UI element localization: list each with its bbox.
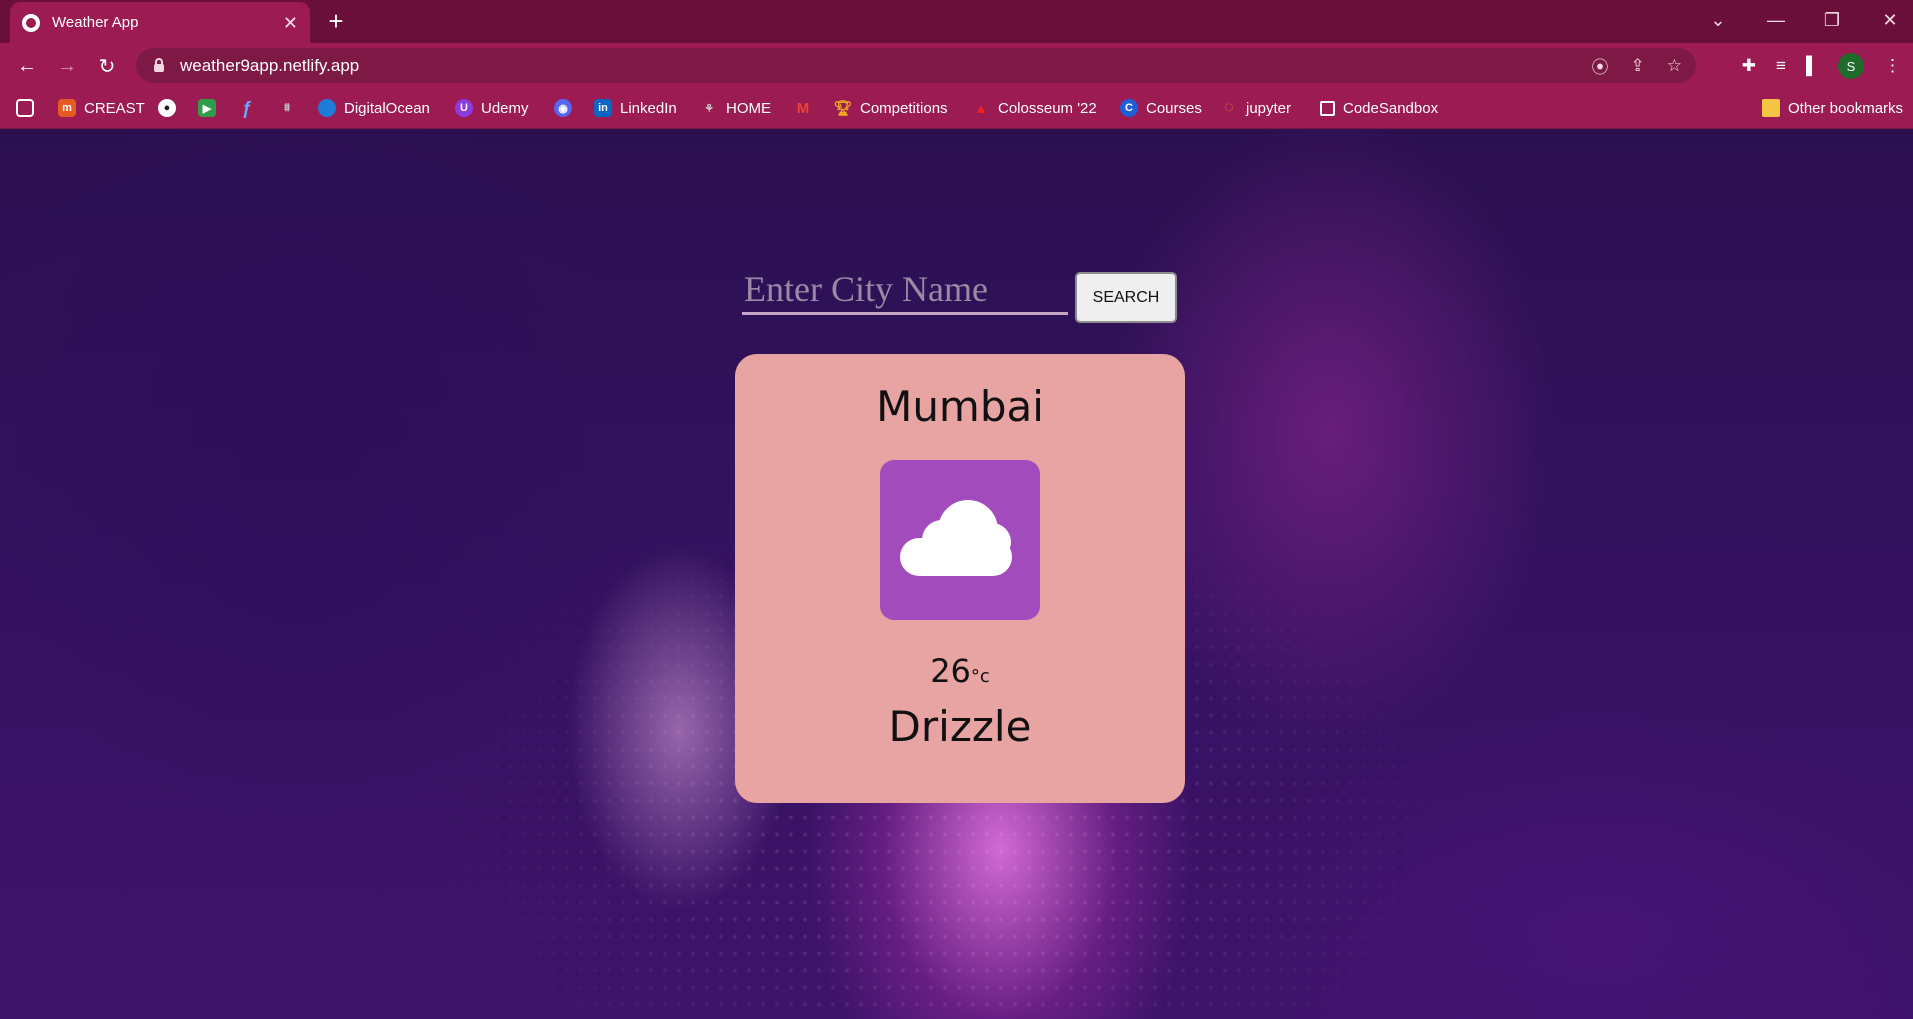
temperature-value: 26 xyxy=(930,652,971,690)
bookmark-linkedin[interactable]: in LinkedIn xyxy=(594,97,677,119)
city-name: Mumbai xyxy=(876,382,1044,431)
temperature-unit: °c xyxy=(970,666,990,687)
courses-icon: C xyxy=(1120,99,1138,117)
github-icon: ● xyxy=(158,99,176,117)
search-button[interactable]: SEARCH xyxy=(1075,272,1177,323)
share-icon[interactable]: ⇪ xyxy=(1631,56,1645,76)
bookmark-apps[interactable] xyxy=(16,97,42,119)
temperature: 26°c xyxy=(735,652,1185,690)
bookmark-udemy[interactable]: U Udemy xyxy=(455,97,529,119)
new-tab-button[interactable]: + xyxy=(322,8,350,36)
profile-avatar[interactable]: S xyxy=(1838,53,1864,79)
bookmark-creast[interactable]: m CREAST xyxy=(58,97,145,119)
back-button[interactable]: ← xyxy=(12,51,42,81)
bookmark-digitalocean[interactable]: DigitalOcean xyxy=(318,97,430,119)
tab-title: Weather App xyxy=(52,14,139,31)
udemy-icon: U xyxy=(455,99,473,117)
tab-weather-app[interactable]: Weather App ✕ xyxy=(10,2,310,43)
page-background: SEARCH Mumbai 26°c Drizzle xyxy=(0,129,1913,1019)
bookmark-github[interactable]: ● xyxy=(158,97,184,119)
bookmark-colosseum[interactable]: ▲ Colosseum '22 xyxy=(972,97,1097,119)
weather-icon-box xyxy=(880,460,1040,620)
bookmark-meet[interactable]: ▶ xyxy=(198,97,224,119)
side-panel-icon[interactable]: ▌ xyxy=(1806,56,1818,76)
restore-button[interactable]: ❐ xyxy=(1812,0,1852,40)
codesandbox-icon xyxy=(1320,100,1335,116)
close-window-button[interactable]: ✕ xyxy=(1870,0,1910,40)
bookmark-home[interactable]: ⚘ HOME xyxy=(700,97,771,119)
menu-icon[interactable]: ⋮ xyxy=(1884,56,1901,76)
bookmark-arc[interactable]: ƒ xyxy=(238,97,264,119)
forward-button[interactable]: → xyxy=(52,51,82,81)
bookmarks-bar: m CREAST ● ▶ ƒ ⩩ DigitalOcean U Udemy ◉ … xyxy=(0,88,1913,129)
globe-icon xyxy=(22,13,40,32)
weather-condition: Drizzle xyxy=(888,702,1032,751)
arc-icon: ƒ xyxy=(241,97,252,118)
media-icon[interactable]: ≡ xyxy=(1776,56,1786,76)
lock-icon[interactable] xyxy=(154,57,164,72)
jupyter-icon: ◌ xyxy=(1224,99,1234,116)
bookmark-jupyter[interactable]: ◌ jupyter xyxy=(1220,97,1291,119)
cloud-icon xyxy=(900,500,1012,576)
discord-icon: ◉ xyxy=(554,99,572,117)
other-bookmarks[interactable]: Other bookmarks xyxy=(1762,97,1903,119)
meet-icon: ▶ xyxy=(198,99,216,117)
trophy-icon: 🏆︎ xyxy=(833,100,853,117)
tab-search-icon[interactable]: ⌄ xyxy=(1698,0,1738,40)
minimize-button[interactable]: — xyxy=(1756,0,1796,40)
bookmark-codesandbox[interactable]: CodeSandbox xyxy=(1320,97,1438,119)
extensions-icon[interactable]: ✚ xyxy=(1742,56,1756,76)
close-tab-icon[interactable]: ✕ xyxy=(283,14,298,32)
colosseum-icon: ▲ xyxy=(974,100,988,116)
tab-strip: Weather App ✕ + ⌄ — ❐ ✕ xyxy=(0,0,1913,43)
address-bar[interactable]: weather9app.netlify.app ⦿ ⇪ ☆ xyxy=(136,48,1696,83)
gmail-icon: M xyxy=(796,99,810,117)
bookmark-discord[interactable]: ◉ xyxy=(554,97,580,119)
city-search-input[interactable] xyxy=(742,265,1068,315)
bookmark-team[interactable]: ⩩ xyxy=(278,97,304,119)
browser-toolbar: ← → ↻ weather9app.netlify.app ⦿ ⇪ ☆ ✚ ≡ … xyxy=(0,43,1913,88)
weather-card: Mumbai 26°c Drizzle xyxy=(735,354,1185,803)
linkedin-icon: in xyxy=(594,99,612,117)
folder-icon xyxy=(1762,99,1780,117)
creast-icon: m xyxy=(58,99,76,117)
bookmark-courses[interactable]: C Courses xyxy=(1120,97,1202,119)
team-icon: ⩩ xyxy=(284,101,290,114)
reload-button[interactable]: ↻ xyxy=(92,51,122,81)
bookmark-competitions[interactable]: 🏆︎ Competitions xyxy=(833,97,947,119)
bookmark-star-icon[interactable]: ☆ xyxy=(1667,56,1682,76)
apps-icon xyxy=(16,99,34,117)
home-icon: ⚘ xyxy=(704,102,714,115)
digitalocean-icon xyxy=(318,99,336,117)
location-icon[interactable]: ⦿ xyxy=(1592,53,1609,78)
bookmark-gmail[interactable]: M xyxy=(794,97,820,119)
url-text: weather9app.netlify.app xyxy=(180,55,360,75)
